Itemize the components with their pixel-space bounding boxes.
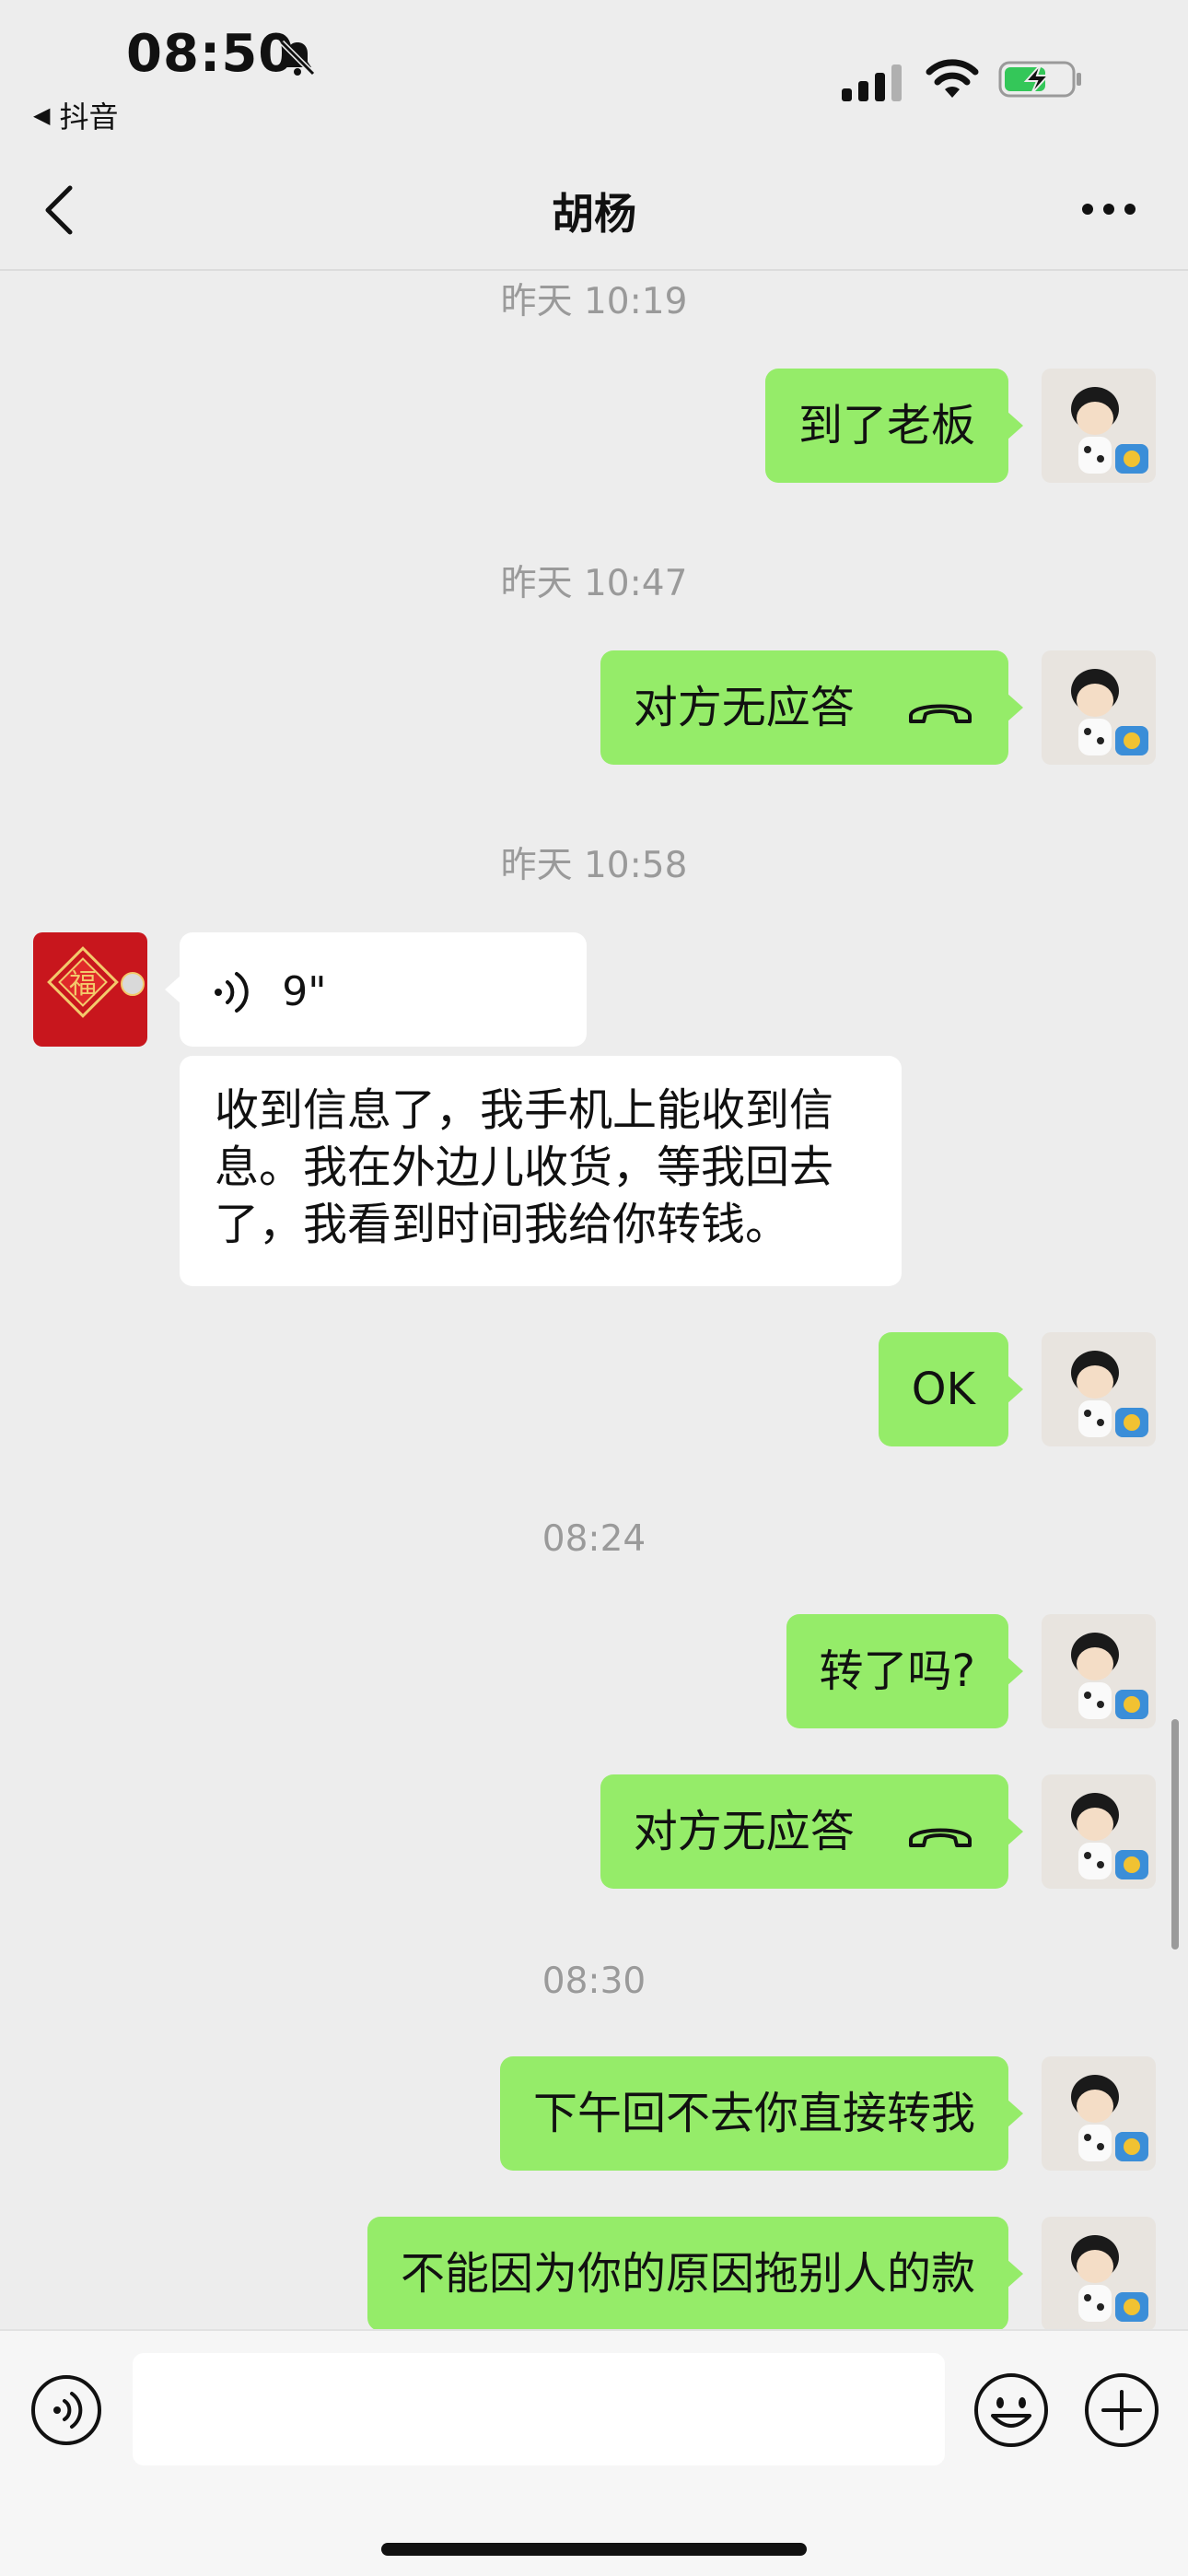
voice-message-bubble[interactable]: 9" (165, 932, 587, 1047)
call-status-text: 对方无应答 (633, 682, 855, 733)
avatar-cartoon-icon (1042, 369, 1156, 483)
input-bar (0, 2329, 1188, 2576)
back-to-app-link[interactable]: ◀ 抖音 (33, 94, 118, 136)
voice-wave-icon (215, 972, 249, 1013)
my-message-bubble[interactable]: 转了吗? (786, 1614, 1024, 1728)
call-status-text: 对方无应答 (633, 1806, 855, 1857)
message-list[interactable]: 昨天 10:19 到了老板 昨天 10:47 对方无应答 昨天 10:58 福 … (0, 273, 1188, 2329)
my-message-bubble[interactable]: 到了老板 (764, 369, 1024, 483)
my-avatar[interactable] (1042, 369, 1156, 483)
avatar-cartoon-icon (1042, 1774, 1156, 1889)
voice-duration: 9" (282, 968, 327, 1015)
emoji-icon[interactable] (973, 2371, 1050, 2449)
timestamp: 昨天 10:19 (500, 281, 688, 322)
fu-redpacket-avatar-icon: 福 (33, 932, 147, 1047)
scrollbar[interactable] (1171, 1719, 1179, 1950)
voice-input-icon[interactable] (29, 2373, 103, 2447)
chat-title: 胡杨 (552, 189, 636, 239)
my-avatar[interactable] (1042, 1614, 1156, 1728)
my-avatar[interactable] (1042, 1774, 1156, 1889)
bell-muted-icon (279, 40, 316, 76)
back-triangle-icon: ◀ (33, 102, 51, 128)
timestamp: 08:24 (542, 1518, 646, 1560)
battery-charging-icon (998, 61, 1081, 98)
avatar-cartoon-icon (1042, 2056, 1156, 2171)
home-indicator (381, 2543, 807, 2556)
hangup-phone-icon (909, 704, 972, 723)
svg-text:福: 福 (69, 968, 97, 1001)
contact-avatar[interactable]: 福 (33, 932, 147, 1047)
timestamp: 昨天 10:58 (500, 845, 688, 886)
avatar-cartoon-icon (1042, 2217, 1156, 2329)
contact-message-bubble[interactable]: 收到信息了，我手机上能收到信息。我在外边儿收货，等我回去了，我看到时间我给你转钱… (180, 1056, 902, 1286)
my-message-bubble[interactable]: 不能因为你的原因拖别人的款 (367, 2217, 1024, 2329)
more-dots-icon[interactable] (1079, 201, 1138, 217)
status-bar: 08:50 ◀ 抖音 (0, 0, 1188, 138)
my-message-bubble[interactable]: 下午回不去你直接转我 (499, 2056, 1024, 2171)
my-avatar[interactable] (1042, 2056, 1156, 2171)
call-record-bubble[interactable]: 对方无应答 (600, 650, 1024, 765)
my-message-bubble[interactable]: OK (878, 1332, 1024, 1446)
timestamp: 08:30 (542, 1961, 646, 2002)
message-input[interactable] (133, 2353, 945, 2465)
avatar-cartoon-icon (1042, 650, 1156, 765)
plus-icon[interactable] (1083, 2371, 1160, 2449)
call-record-bubble[interactable]: 对方无应答 (600, 1774, 1024, 1889)
avatar-cartoon-icon (1042, 1332, 1156, 1446)
avatar-cartoon-icon (1042, 1614, 1156, 1728)
hangup-phone-icon (909, 1828, 972, 1847)
my-avatar[interactable] (1042, 1332, 1156, 1446)
wifi-icon (926, 59, 979, 98)
status-time: 08:50 (126, 24, 296, 84)
timestamp: 昨天 10:47 (500, 563, 688, 604)
my-avatar[interactable] (1042, 2217, 1156, 2329)
my-avatar[interactable] (1042, 650, 1156, 765)
chat-header: 胡杨 (0, 138, 1188, 271)
back-app-label: 抖音 (59, 100, 119, 135)
signal-icon (842, 64, 902, 101)
